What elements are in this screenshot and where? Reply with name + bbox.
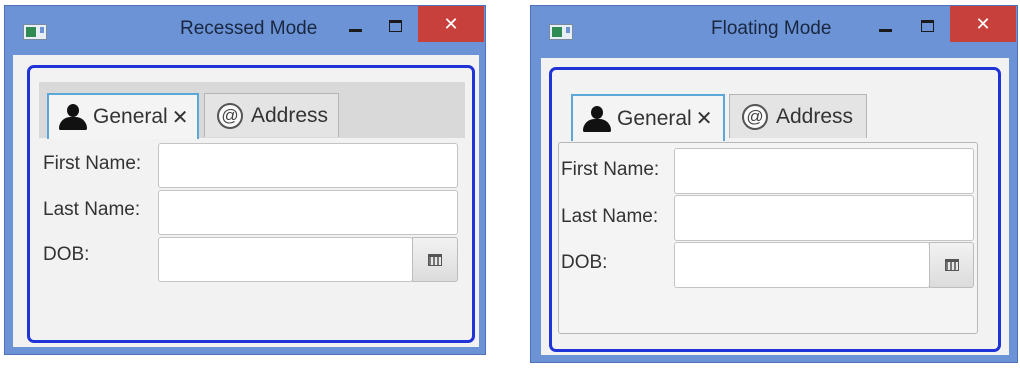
at-icon: @ xyxy=(742,103,768,130)
dob-field[interactable] xyxy=(674,242,930,288)
floating-mode-window: Floating Mode ✕ General ✕ @ Address Firs… xyxy=(530,5,1018,363)
tab-general[interactable]: General ✕ xyxy=(571,94,725,141)
tab-general[interactable]: General ✕ xyxy=(47,93,199,139)
date-picker-button[interactable] xyxy=(412,237,458,282)
app-icon[interactable] xyxy=(23,24,47,40)
date-picker-button[interactable] xyxy=(929,242,974,288)
maximize-button[interactable] xyxy=(913,14,943,40)
tab-label: General xyxy=(93,105,168,128)
at-icon: @ xyxy=(217,102,243,129)
last-name-field[interactable] xyxy=(158,190,458,235)
tab-close-icon[interactable]: ✕ xyxy=(172,105,189,130)
close-button[interactable]: ✕ xyxy=(418,6,484,42)
tab-label: Address xyxy=(776,104,854,128)
dob-label: DOB: xyxy=(43,244,90,265)
tab-close-icon[interactable]: ✕ xyxy=(696,106,713,131)
tab-label: General xyxy=(617,106,692,130)
maximize-button[interactable] xyxy=(381,14,411,40)
calendar-icon xyxy=(428,253,442,266)
window-content: General ✕ @ Address First Name: Last Nam… xyxy=(13,55,479,347)
calendar-icon xyxy=(944,259,959,271)
title-bar[interactable]: Recessed Mode ✕ xyxy=(5,6,485,54)
tab-address[interactable]: @ Address xyxy=(729,94,867,138)
dob-field[interactable] xyxy=(158,237,413,282)
person-icon xyxy=(583,105,611,132)
tab-label: Address xyxy=(251,103,329,127)
window-title: Recessed Mode xyxy=(180,18,318,39)
recessed-mode-window: Recessed Mode ✕ General ✕ @ Address Firs… xyxy=(4,5,486,355)
last-name-field[interactable] xyxy=(674,195,974,241)
first-name-label: First Name: xyxy=(43,153,142,174)
first-name-label: First Name: xyxy=(561,159,660,180)
last-name-label: Last Name: xyxy=(561,206,659,227)
dob-label: DOB: xyxy=(561,252,608,273)
minimize-button[interactable] xyxy=(871,14,901,40)
close-button[interactable]: ✕ xyxy=(950,6,1016,42)
window-content: General ✕ @ Address First Name: Last Nam… xyxy=(541,58,1009,355)
minimize-button[interactable] xyxy=(341,14,371,40)
first-name-field[interactable] xyxy=(674,148,974,194)
app-icon[interactable] xyxy=(549,24,573,40)
person-icon xyxy=(59,104,87,130)
tab-address[interactable]: @ Address xyxy=(204,93,339,137)
first-name-field[interactable] xyxy=(158,143,458,188)
title-bar[interactable]: Floating Mode ✕ xyxy=(531,6,1017,54)
window-title: Floating Mode xyxy=(711,18,832,39)
last-name-label: Last Name: xyxy=(43,199,141,220)
